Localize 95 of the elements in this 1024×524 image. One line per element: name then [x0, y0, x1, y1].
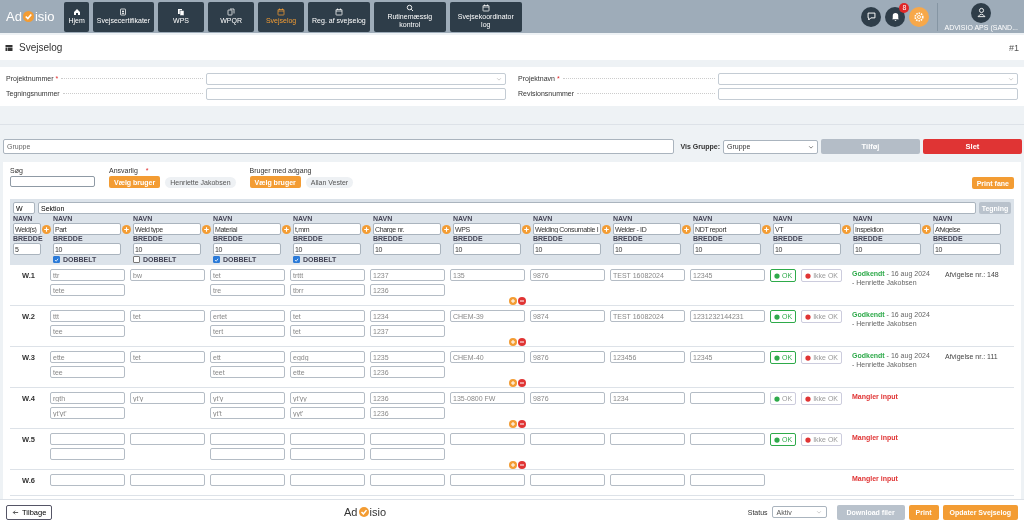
dot-icon [774, 272, 780, 279]
minus-icon[interactable] [517, 296, 526, 305]
cell-field[interactable] [530, 433, 605, 445]
chevron-down-icon [808, 143, 814, 150]
check-icon [358, 507, 369, 517]
plus-icon[interactable] [362, 224, 371, 234]
cell-field[interactable] [50, 474, 125, 486]
dot-icon [774, 313, 780, 320]
logo-text: isio [369, 506, 386, 518]
plus-icon[interactable] [442, 224, 451, 234]
record-number: #1 [1009, 42, 1019, 53]
calendar-icon [277, 8, 286, 17]
plus-icon[interactable] [202, 224, 211, 234]
cell-field[interactable] [450, 433, 525, 445]
select-field[interactable] [206, 72, 506, 85]
minus-icon[interactable] [517, 460, 526, 469]
page-title: Svejselog [19, 42, 63, 53]
select-field[interactable] [718, 72, 1018, 85]
plus-icon[interactable] [842, 224, 851, 234]
dot-icon [774, 354, 780, 361]
cell-field[interactable] [690, 433, 765, 445]
plus-icon[interactable] [602, 224, 611, 234]
checkbox[interactable] [293, 256, 300, 263]
cell-field[interactable] [130, 433, 205, 445]
plus-icon[interactable] [508, 419, 517, 428]
minus-icon[interactable] [517, 337, 526, 346]
search-icon [405, 4, 414, 13]
user-icon [975, 7, 987, 18]
layout-icon [5, 43, 13, 52]
cell-field[interactable] [370, 448, 445, 460]
chevron-down-icon [1008, 75, 1014, 82]
cell-field[interactable] [210, 433, 285, 445]
cell-field[interactable] [290, 433, 365, 445]
check-icon [22, 11, 34, 22]
plus-icon[interactable] [508, 296, 517, 305]
check-icon [214, 256, 219, 263]
checkbox[interactable] [133, 256, 140, 263]
plus-icon[interactable] [922, 224, 931, 234]
plus-icon[interactable] [522, 224, 531, 234]
cell-field[interactable] [370, 433, 445, 445]
cell-field[interactable] [130, 474, 205, 486]
plus-icon[interactable] [508, 337, 517, 346]
chevron-down-icon [496, 75, 502, 82]
settings-icon [913, 10, 926, 23]
id-card-icon [119, 8, 128, 17]
input-field[interactable] [206, 87, 506, 100]
plus-icon[interactable] [282, 224, 291, 234]
dot-icon [805, 395, 812, 402]
cell-field[interactable] [690, 474, 765, 486]
logo-text: isio [34, 9, 55, 24]
dot-icon [774, 436, 780, 443]
dot-icon [805, 272, 812, 279]
minus-icon[interactable] [517, 419, 526, 428]
calendar-icon [334, 8, 343, 17]
arrow-left-icon [12, 508, 19, 516]
cell-field[interactable] [290, 474, 365, 486]
dot-icon [805, 354, 812, 361]
minus-icon[interactable] [517, 378, 526, 387]
cell-field[interactable] [50, 448, 125, 460]
chat-icon [865, 11, 877, 22]
checkbox[interactable] [213, 256, 220, 263]
chevron-down-icon [815, 509, 822, 515]
logo-text: Ad [6, 9, 22, 24]
cell-field[interactable] [210, 474, 285, 486]
copy-icon [227, 8, 236, 17]
cell-field[interactable] [370, 474, 445, 486]
cell-field[interactable] [610, 433, 685, 445]
cell-field[interactable] [290, 448, 365, 460]
logo-text: Ad [344, 506, 358, 518]
home-icon [72, 8, 81, 17]
search-field[interactable] [10, 176, 95, 187]
dot-icon [805, 313, 812, 320]
check-icon [54, 256, 59, 263]
calendar-icon [481, 4, 490, 13]
cell-field[interactable] [450, 474, 525, 486]
plus-icon[interactable] [122, 224, 131, 234]
input-field[interactable] [718, 87, 1018, 100]
check-icon [294, 256, 299, 263]
cell-field[interactable] [210, 448, 285, 460]
cell-field[interactable] [530, 474, 605, 486]
dot-icon [805, 436, 812, 443]
cell-field[interactable] [690, 392, 765, 404]
dot-icon [774, 395, 780, 402]
checkbox[interactable] [53, 256, 60, 263]
documents-icon [177, 8, 186, 17]
plus-icon[interactable] [508, 460, 517, 469]
settings-button[interactable] [909, 6, 930, 27]
plus-icon[interactable] [762, 224, 771, 234]
plus-icon[interactable] [682, 224, 691, 234]
cell-field[interactable] [50, 433, 125, 445]
cell-field[interactable] [610, 474, 685, 486]
plus-icon[interactable] [42, 224, 51, 234]
chat-button[interactable] [861, 6, 882, 27]
user-avatar[interactable] [971, 2, 992, 23]
plus-icon[interactable] [508, 378, 517, 387]
